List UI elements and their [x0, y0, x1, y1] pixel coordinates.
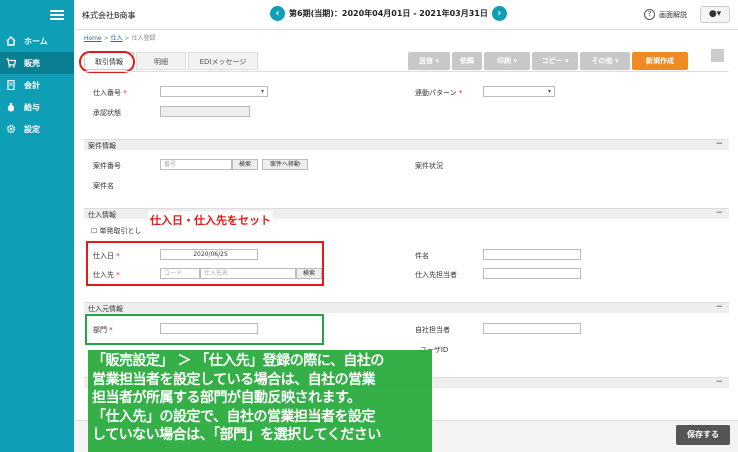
- send-button[interactable]: 送信 ▾: [408, 52, 450, 70]
- approval-label: 承認状態: [93, 109, 121, 117]
- section-title: 仕入元情報: [88, 305, 123, 313]
- approval-field: [160, 106, 250, 117]
- highlight-red-box: [86, 241, 324, 286]
- user-menu-button[interactable]: ●▾: [700, 6, 730, 23]
- sidebar-top: [0, 0, 74, 30]
- collapse-icon[interactable]: −: [715, 378, 723, 387]
- ledger-icon: [7, 80, 15, 90]
- breadcrumb-separator: >: [124, 35, 130, 42]
- collapse-icon[interactable]: −: [715, 140, 723, 149]
- save-button[interactable]: 保存する: [676, 425, 730, 445]
- chevron-right-icon[interactable]: ›: [491, 6, 507, 21]
- breadcrumb-purchase[interactable]: 仕入: [111, 35, 123, 42]
- section-title: 仕入情報: [88, 211, 116, 219]
- staff-input[interactable]: [483, 323, 581, 334]
- sidebar-item-accounting[interactable]: 会計: [0, 74, 74, 96]
- annotation-line: していない場合は、「部門」を選択してください: [92, 427, 381, 443]
- supplier-contact-input[interactable]: [483, 268, 581, 279]
- purchase-no-select[interactable]: ▾: [160, 86, 268, 97]
- user-icon: ●▾: [708, 9, 722, 19]
- header: 株式会社B商事 ‹ 第6期(当期)：2020年04月01日 - 2021年03月…: [74, 0, 738, 30]
- annotation-line: 「販売設定」 ＞ 「仕入先」登録の際に、自社の: [92, 353, 384, 369]
- fiscal-period-label: 第6期(当期)：2020年04月01日 - 2021年03月31日: [289, 9, 488, 18]
- annotation-line: 営業担当者を設定している場合は、自社の営業: [92, 371, 376, 388]
- sidebar-item-label: 販売: [24, 58, 40, 68]
- linked-pattern-label: 連動パターン *: [415, 89, 463, 97]
- case-search-button[interactable]: 検索: [232, 159, 258, 170]
- case-no-label: 案件番号: [93, 162, 121, 170]
- annotation-line: 担当者が所属する部門が自動反映されます。: [92, 390, 361, 406]
- supplier-contact-label: 仕入先担当者: [415, 271, 457, 279]
- case-name-label: 案件名: [93, 182, 114, 190]
- tab-details[interactable]: 明細: [136, 52, 186, 70]
- staff-label: 自社担当者: [415, 326, 450, 334]
- sidebar-item-sales[interactable]: 販売: [0, 52, 74, 74]
- money-bag-icon: [7, 103, 15, 112]
- help-link[interactable]: ? 画面解説: [644, 9, 687, 20]
- hamburger-menu-icon[interactable]: [50, 10, 64, 20]
- sidebar-item-label: 会計: [24, 80, 40, 90]
- home-icon: [6, 36, 16, 46]
- case-no-input[interactable]: 番号: [160, 159, 232, 170]
- sidebar-item-label: ホーム: [24, 36, 48, 46]
- bookmark-icon[interactable]: [711, 49, 724, 62]
- company-name: 株式会社B商事: [82, 11, 136, 20]
- help-label: 画面解説: [659, 10, 687, 19]
- sidebar-item-settings[interactable]: 設定: [0, 118, 74, 140]
- chevron-left-icon[interactable]: ‹: [270, 6, 285, 21]
- breadcrumb-separator: >: [103, 35, 109, 42]
- sidebar-item-label: 設定: [24, 124, 40, 134]
- annotation-line: 「仕入先」の設定で、自社の営業担当者を設定: [92, 408, 375, 425]
- sidebar-item-label: 給与: [24, 102, 40, 112]
- collapse-icon[interactable]: −: [715, 209, 723, 218]
- section-title: 案件情報: [88, 142, 116, 150]
- annotation-green: 「販売設定」 ＞ 「仕入先」登録の際に、自社の 営業担当者を設定している場合は、…: [88, 350, 432, 452]
- cart-icon: [6, 58, 16, 68]
- chevron-down-icon: ▾: [260, 88, 264, 95]
- gear-icon: [6, 124, 16, 134]
- other-button[interactable]: その他 ▾: [580, 52, 630, 70]
- linked-pattern-select[interactable]: ▾: [483, 86, 555, 97]
- sidebar: ホーム 販売 会計 給与 設定: [0, 0, 74, 452]
- case-status-label: 案件状況: [415, 162, 443, 170]
- highlight-oval: [79, 51, 135, 73]
- collapse-icon[interactable]: −: [715, 303, 723, 312]
- subject-input[interactable]: [483, 249, 581, 260]
- tab-edi-message[interactable]: EDIメッセージ: [188, 52, 258, 70]
- chevron-down-icon: ▾: [547, 88, 551, 95]
- action-toolbar: 送信 ▾ 依頼 印刷 ▾ コピー ▾ その他 ▾ 新規作成: [408, 52, 690, 70]
- sidebar-item-home[interactable]: ホーム: [0, 30, 74, 52]
- checkbox-icon: ☐: [91, 227, 98, 235]
- breadcrumb: Home > 仕入 > 仕入登録: [84, 33, 156, 42]
- goto-case-button[interactable]: 案件へ移動: [262, 159, 308, 170]
- subject-label: 件名: [415, 252, 429, 260]
- copy-button[interactable]: コピー ▾: [532, 52, 578, 70]
- request-button[interactable]: 依頼: [452, 52, 482, 70]
- purchase-no-label: 仕入番号 *: [93, 89, 127, 97]
- annotation-red: 仕入日・仕入先をセット: [148, 211, 273, 229]
- question-icon: ?: [644, 9, 655, 20]
- highlight-green-box: [85, 314, 324, 345]
- divider: [84, 71, 729, 72]
- origin-section-header[interactable]: 仕入元情報 −: [84, 302, 729, 313]
- breadcrumb-current: 仕入登録: [131, 35, 156, 42]
- case-section-header[interactable]: 案件情報 −: [84, 139, 729, 150]
- fiscal-period: ‹ 第6期(当期)：2020年04月01日 - 2021年03月31日 ›: [270, 6, 507, 21]
- breadcrumb-home[interactable]: Home: [84, 35, 102, 42]
- sidebar-item-payroll[interactable]: 給与: [0, 96, 74, 118]
- print-button[interactable]: 印刷 ▾: [484, 52, 530, 70]
- oneoff-checkbox[interactable]: ☐ 単発取引とし: [91, 226, 142, 236]
- new-button[interactable]: 新規作成: [632, 52, 688, 70]
